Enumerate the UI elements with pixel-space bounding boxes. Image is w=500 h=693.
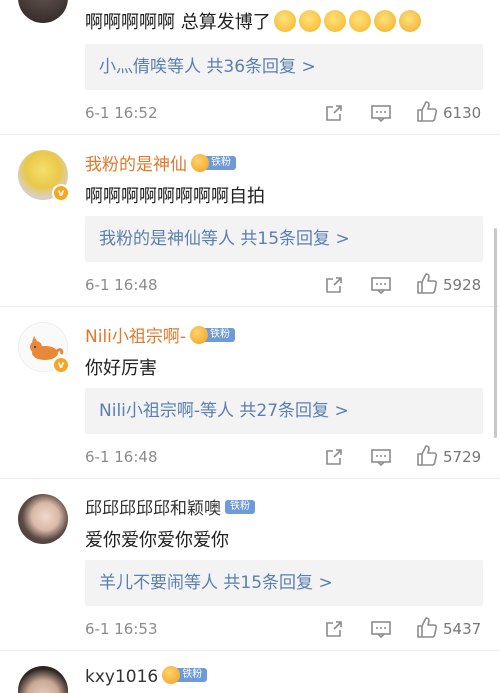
divider	[0, 134, 500, 135]
like-icon[interactable]	[415, 616, 439, 640]
comment-text: 你好厉害	[85, 358, 157, 379]
comment-icon[interactable]	[370, 618, 392, 640]
scrollbar[interactable]	[494, 228, 497, 438]
comment-meta: 6-1 16:48 5928	[85, 272, 483, 300]
timestamp: 6-1 16:53	[85, 620, 158, 638]
avatar[interactable]: v	[18, 322, 70, 374]
replies-link[interactable]: Nili小祖宗啊-等人 共27条回复 >	[85, 388, 483, 434]
avatar[interactable]	[18, 494, 68, 544]
like-count: 5928	[443, 276, 482, 294]
emoji-shock-icon	[398, 10, 421, 32]
emoji-hug-icon	[298, 10, 321, 32]
emoji-hug-icon	[273, 10, 296, 32]
like-icon[interactable]	[415, 272, 439, 296]
share-icon[interactable]	[323, 446, 345, 468]
timestamp: 6-1 16:48	[85, 276, 158, 294]
username[interactable]: 邱邱邱邱邱和颖噢 铁粉	[85, 494, 255, 519]
comment-meta: 6-1 16:48 5729	[85, 444, 483, 472]
username[interactable]: Nili小祖宗啊- 铁粉	[85, 322, 236, 347]
emoji-hug-icon	[323, 10, 346, 32]
avatar[interactable]	[18, 0, 68, 23]
fan-badge-icon	[191, 154, 209, 172]
avatar[interactable]	[18, 666, 68, 693]
comment-meta: 6-1 16:53 5437	[85, 616, 483, 644]
like-count: 6130	[443, 104, 482, 122]
divider	[0, 650, 500, 651]
like-count: 5437	[443, 620, 482, 638]
verified-badge-icon: v	[52, 184, 70, 202]
comment-icon[interactable]	[370, 274, 392, 296]
fan-badge: 铁粉	[225, 498, 255, 516]
fan-badge: 铁粉	[191, 154, 236, 172]
timestamp: 6-1 16:48	[85, 448, 158, 466]
comment-meta: 6-1 16:52 6130	[85, 100, 483, 128]
comment-text: 啊啊啊啊啊啊啊啊自拍	[85, 186, 265, 207]
verified-badge-icon: v	[52, 356, 70, 374]
replies-link[interactable]: 小灬倩唉等人 共36条回复 >	[85, 44, 483, 90]
emoji-hug-icon	[348, 10, 371, 32]
comment-text: 啊啊啊啊啊 总算发博了	[85, 8, 421, 34]
share-icon[interactable]	[323, 102, 345, 124]
like-icon[interactable]	[415, 444, 439, 468]
emoji-shock-icon	[373, 10, 396, 32]
comment-icon[interactable]	[370, 446, 392, 468]
comment-text: 爱你爱你爱你爱你	[85, 530, 229, 551]
username[interactable]: kxy1016 铁粉	[85, 666, 208, 687]
fan-badge: 铁粉	[162, 666, 208, 684]
timestamp: 6-1 16:52	[85, 104, 158, 122]
divider	[0, 306, 500, 307]
like-icon[interactable]	[415, 100, 439, 124]
share-icon[interactable]	[323, 618, 345, 640]
comment-icon[interactable]	[370, 102, 392, 124]
share-icon[interactable]	[323, 274, 345, 296]
like-count: 5729	[443, 448, 482, 466]
fan-badge-icon	[190, 326, 209, 344]
username[interactable]: 我粉的是神仙 铁粉	[85, 150, 236, 175]
divider	[0, 478, 500, 479]
fan-badge: 铁粉	[190, 326, 236, 344]
replies-link[interactable]: 我粉的是神仙等人 共15条回复 >	[85, 216, 483, 262]
avatar[interactable]: v	[18, 150, 70, 202]
replies-link[interactable]: 羊儿不要闹等人 共15条回复 >	[85, 560, 483, 606]
